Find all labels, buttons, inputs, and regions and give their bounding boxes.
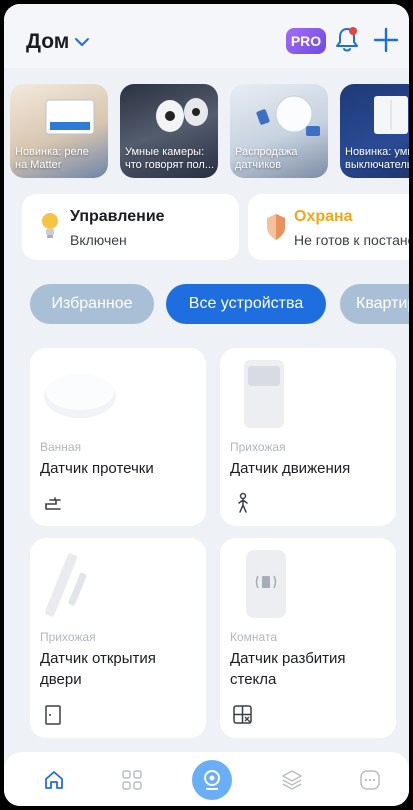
door-icon xyxy=(45,705,61,725)
window-icon xyxy=(233,705,252,724)
device-room: Прихожая xyxy=(230,440,286,454)
story-caption: Умные камеры: что говорят пол... xyxy=(125,146,215,171)
layers-icon[interactable] xyxy=(280,768,304,792)
pro-badge[interactable]: PRO xyxy=(286,28,326,54)
home-icon[interactable] xyxy=(42,768,66,792)
device-card-motion-sensor[interactable]: Прихожая Датчик движения xyxy=(220,348,396,526)
glass-break-sensor-image xyxy=(246,550,286,618)
device-room: Комната xyxy=(230,630,277,644)
home-title: Дом xyxy=(26,30,70,53)
app-screen: Дом PRO Новинка: реле на Matter Умные ка… xyxy=(4,4,409,806)
person-icon xyxy=(238,492,248,513)
guard-title: Охрана xyxy=(294,208,353,225)
grid-icon[interactable] xyxy=(120,768,144,792)
story-caption: Новинка: реле на Matter xyxy=(15,146,89,171)
tab-all-devices[interactable]: Все устройства xyxy=(166,284,326,324)
switch-image xyxy=(374,96,408,134)
camera-image xyxy=(156,98,208,132)
device-name: Датчик протечки xyxy=(40,460,154,477)
home-selector[interactable]: Дом xyxy=(26,30,91,54)
stories-carousel[interactable]: Новинка: реле на Matter Умные камеры: чт… xyxy=(10,84,409,180)
story-card[interactable]: Новинка: умный выключатель xyxy=(340,84,409,178)
bottom-navigation xyxy=(4,752,409,806)
device-card-door-sensor[interactable]: Прихожая Датчик открытия двери xyxy=(30,538,206,738)
leak-sensor-image xyxy=(44,374,116,418)
faucet-icon xyxy=(45,497,61,510)
shield-icon xyxy=(267,214,285,240)
guard-card[interactable]: Охрана Не готов к постановке xyxy=(248,194,409,260)
chevron-down-icon xyxy=(75,38,90,46)
story-card[interactable]: Новинка: реле на Matter xyxy=(10,84,108,178)
device-room: Ванная xyxy=(40,440,82,454)
device-name: Датчик открытия двери xyxy=(40,650,156,688)
control-subtitle: Включен xyxy=(70,232,127,248)
story-caption: Новинка: умный выключатель xyxy=(345,146,409,171)
camera-button[interactable] xyxy=(192,760,232,800)
device-card-leak-sensor[interactable]: Ванная Датчик протечки xyxy=(30,348,206,526)
device-name: Датчик разбития стекла xyxy=(230,650,346,688)
device-name: Датчик движения xyxy=(230,460,351,477)
lightbulb-icon xyxy=(42,213,58,238)
device-room: Прихожая xyxy=(40,630,96,644)
motion-sensor-image xyxy=(244,360,284,428)
plus-icon[interactable] xyxy=(372,26,400,54)
camera-icon xyxy=(204,770,220,790)
tab-apartment[interactable]: Квартира xyxy=(340,284,409,324)
story-card[interactable]: Умные камеры: что говорят пол... xyxy=(120,84,218,178)
sensors-image xyxy=(256,95,320,136)
bell-icon[interactable] xyxy=(334,26,360,54)
story-caption: Распродажа датчиков xyxy=(235,146,298,171)
guard-subtitle: Не готов к постановке xyxy=(294,232,409,248)
filter-tabs: Избранное Все устройства Квартира xyxy=(28,284,409,326)
relay-image xyxy=(45,99,95,135)
control-card[interactable]: Управление Включен xyxy=(22,194,239,260)
tab-favorites[interactable]: Избранное xyxy=(30,284,154,324)
door-sensor-image xyxy=(44,553,87,617)
story-card[interactable]: Распродажа датчиков xyxy=(230,84,328,178)
device-card-glass-break-sensor[interactable]: Комната Датчик разбития стекла xyxy=(220,538,396,738)
control-title: Управление xyxy=(70,208,165,225)
header: Дом PRO xyxy=(4,4,409,68)
more-icon[interactable] xyxy=(358,768,382,792)
